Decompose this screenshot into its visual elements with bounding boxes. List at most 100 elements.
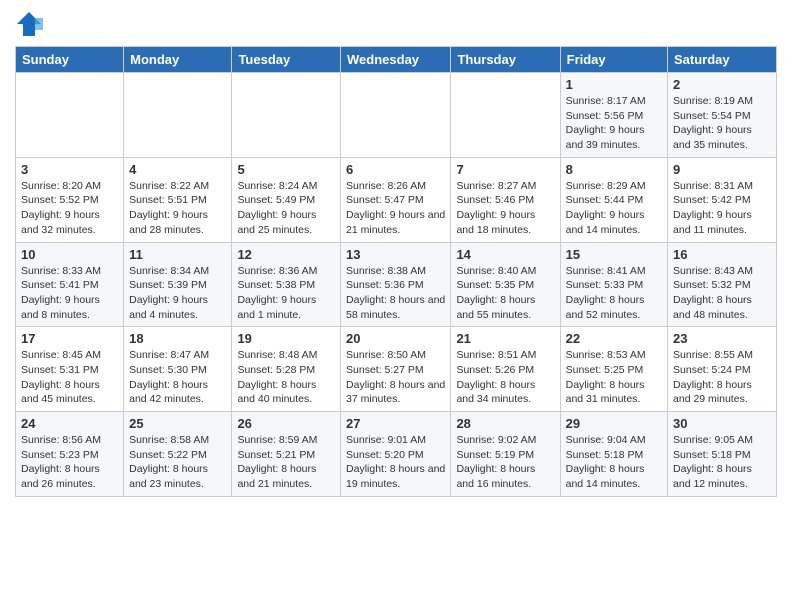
calendar-cell-9: 9 Sunrise: 8:31 AM Sunset: 5:42 PM Daylig… [668,157,777,242]
day-number: 20 [346,331,445,346]
day-info: Sunrise: 8:40 AM Sunset: 5:35 PM Dayligh… [456,264,554,323]
day-info: Sunrise: 8:56 AM Sunset: 5:23 PM Dayligh… [21,433,118,492]
weekday-header-saturday: Saturday [668,47,777,73]
calendar-cell-15: 15 Sunrise: 8:41 AM Sunset: 5:33 PM Dayli… [560,242,667,327]
day-info: Sunrise: 8:33 AM Sunset: 5:41 PM Dayligh… [21,264,118,323]
day-number: 24 [21,416,118,431]
week-row-4: 24 Sunrise: 8:56 AM Sunset: 5:23 PM Dayli… [16,412,777,497]
day-info: Sunrise: 8:22 AM Sunset: 5:51 PM Dayligh… [129,179,226,238]
calendar-cell-13: 13 Sunrise: 8:38 AM Sunset: 5:36 PM Dayli… [341,242,451,327]
day-info: Sunrise: 8:29 AM Sunset: 5:44 PM Dayligh… [566,179,662,238]
day-info: Sunrise: 8:41 AM Sunset: 5:33 PM Dayligh… [566,264,662,323]
calendar-cell-18: 18 Sunrise: 8:47 AM Sunset: 5:30 PM Dayli… [124,327,232,412]
weekday-header-wednesday: Wednesday [341,47,451,73]
day-info: Sunrise: 8:55 AM Sunset: 5:24 PM Dayligh… [673,348,771,407]
calendar-cell-empty [16,73,124,158]
day-number: 11 [129,247,226,262]
calendar-cell-7: 7 Sunrise: 8:27 AM Sunset: 5:46 PM Daylig… [451,157,560,242]
day-number: 15 [566,247,662,262]
day-number: 18 [129,331,226,346]
day-info: Sunrise: 9:01 AM Sunset: 5:20 PM Dayligh… [346,433,445,492]
day-info: Sunrise: 8:17 AM Sunset: 5:56 PM Dayligh… [566,94,662,153]
calendar-cell-empty [232,73,341,158]
calendar-cell-20: 20 Sunrise: 8:50 AM Sunset: 5:27 PM Dayli… [341,327,451,412]
day-info: Sunrise: 8:38 AM Sunset: 5:36 PM Dayligh… [346,264,445,323]
day-info: Sunrise: 9:05 AM Sunset: 5:18 PM Dayligh… [673,433,771,492]
day-info: Sunrise: 8:53 AM Sunset: 5:25 PM Dayligh… [566,348,662,407]
calendar-cell-6: 6 Sunrise: 8:26 AM Sunset: 5:47 PM Daylig… [341,157,451,242]
page: SundayMondayTuesdayWednesdayThursdayFrid… [0,0,792,612]
day-number: 1 [566,77,662,92]
day-info: Sunrise: 8:31 AM Sunset: 5:42 PM Dayligh… [673,179,771,238]
day-number: 6 [346,162,445,177]
calendar-cell-1: 1 Sunrise: 8:17 AM Sunset: 5:56 PM Daylig… [560,73,667,158]
day-info: Sunrise: 9:04 AM Sunset: 5:18 PM Dayligh… [566,433,662,492]
weekday-header-friday: Friday [560,47,667,73]
day-info: Sunrise: 8:24 AM Sunset: 5:49 PM Dayligh… [237,179,335,238]
day-number: 9 [673,162,771,177]
day-number: 21 [456,331,554,346]
calendar-cell-10: 10 Sunrise: 8:33 AM Sunset: 5:41 PM Dayli… [16,242,124,327]
calendar-cell-26: 26 Sunrise: 8:59 AM Sunset: 5:21 PM Dayli… [232,412,341,497]
day-number: 13 [346,247,445,262]
week-row-1: 3 Sunrise: 8:20 AM Sunset: 5:52 PM Daylig… [16,157,777,242]
week-row-2: 10 Sunrise: 8:33 AM Sunset: 5:41 PM Dayli… [16,242,777,327]
day-number: 19 [237,331,335,346]
calendar-cell-30: 30 Sunrise: 9:05 AM Sunset: 5:18 PM Dayli… [668,412,777,497]
calendar-cell-23: 23 Sunrise: 8:55 AM Sunset: 5:24 PM Dayli… [668,327,777,412]
day-number: 17 [21,331,118,346]
day-number: 7 [456,162,554,177]
calendar-cell-29: 29Sunrise: 9:04 AM Sunset: 5:18 PM Dayli… [560,412,667,497]
day-number: 2 [673,77,771,92]
calendar-cell-19: 19 Sunrise: 8:48 AM Sunset: 5:28 PM Dayli… [232,327,341,412]
day-number: 8 [566,162,662,177]
calendar-cell-27: 27 Sunrise: 9:01 AM Sunset: 5:20 PM Dayli… [341,412,451,497]
day-info: Sunrise: 8:36 AM Sunset: 5:38 PM Dayligh… [237,264,335,323]
day-number: 12 [237,247,335,262]
day-number: 16 [673,247,771,262]
weekday-header-monday: Monday [124,47,232,73]
day-number: 23 [673,331,771,346]
calendar-cell-28: 28 Sunrise: 9:02 AM Sunset: 5:19 PM Dayli… [451,412,560,497]
day-number: 30 [673,416,771,431]
day-info: Sunrise: 8:47 AM Sunset: 5:30 PM Dayligh… [129,348,226,407]
day-number: 5 [237,162,335,177]
day-info: Sunrise: 8:58 AM Sunset: 5:22 PM Dayligh… [129,433,226,492]
day-info: Sunrise: 8:26 AM Sunset: 5:47 PM Dayligh… [346,179,445,238]
day-number: 25 [129,416,226,431]
day-info: Sunrise: 8:45 AM Sunset: 5:31 PM Dayligh… [21,348,118,407]
calendar-cell-5: 5 Sunrise: 8:24 AM Sunset: 5:49 PM Daylig… [232,157,341,242]
day-number: 22 [566,331,662,346]
day-info: Sunrise: 8:34 AM Sunset: 5:39 PM Dayligh… [129,264,226,323]
calendar-cell-empty [124,73,232,158]
day-number: 3 [21,162,118,177]
day-info: Sunrise: 8:19 AM Sunset: 5:54 PM Dayligh… [673,94,771,153]
day-info: Sunrise: 8:59 AM Sunset: 5:21 PM Dayligh… [237,433,335,492]
day-number: 14 [456,247,554,262]
calendar-cell-12: 12 Sunrise: 8:36 AM Sunset: 5:38 PM Dayli… [232,242,341,327]
calendar-cell-25: 25 Sunrise: 8:58 AM Sunset: 5:22 PM Dayli… [124,412,232,497]
day-info: Sunrise: 9:02 AM Sunset: 5:19 PM Dayligh… [456,433,554,492]
day-number: 4 [129,162,226,177]
calendar-cell-21: 21Sunrise: 8:51 AM Sunset: 5:26 PM Dayli… [451,327,560,412]
day-number: 27 [346,416,445,431]
day-info: Sunrise: 8:50 AM Sunset: 5:27 PM Dayligh… [346,348,445,407]
header [15,10,777,38]
day-info: Sunrise: 8:20 AM Sunset: 5:52 PM Dayligh… [21,179,118,238]
day-number: 28 [456,416,554,431]
weekday-header-thursday: Thursday [451,47,560,73]
calendar-cell-16: 16Sunrise: 8:43 AM Sunset: 5:32 PM Dayli… [668,242,777,327]
week-row-0: 1 Sunrise: 8:17 AM Sunset: 5:56 PM Daylig… [16,73,777,158]
calendar-cell-22: 22 Sunrise: 8:53 AM Sunset: 5:25 PM Dayli… [560,327,667,412]
day-info: Sunrise: 8:27 AM Sunset: 5:46 PM Dayligh… [456,179,554,238]
weekday-header-sunday: Sunday [16,47,124,73]
logo-icon [15,10,43,38]
calendar-cell-2: 2 Sunrise: 8:19 AM Sunset: 5:54 PM Daylig… [668,73,777,158]
day-info: Sunrise: 8:48 AM Sunset: 5:28 PM Dayligh… [237,348,335,407]
day-number: 26 [237,416,335,431]
calendar-cell-11: 11 Sunrise: 8:34 AM Sunset: 5:39 PM Dayli… [124,242,232,327]
calendar-cell-17: 17 Sunrise: 8:45 AM Sunset: 5:31 PM Dayli… [16,327,124,412]
day-number: 10 [21,247,118,262]
calendar-cell-empty [341,73,451,158]
calendar-cell-empty [451,73,560,158]
